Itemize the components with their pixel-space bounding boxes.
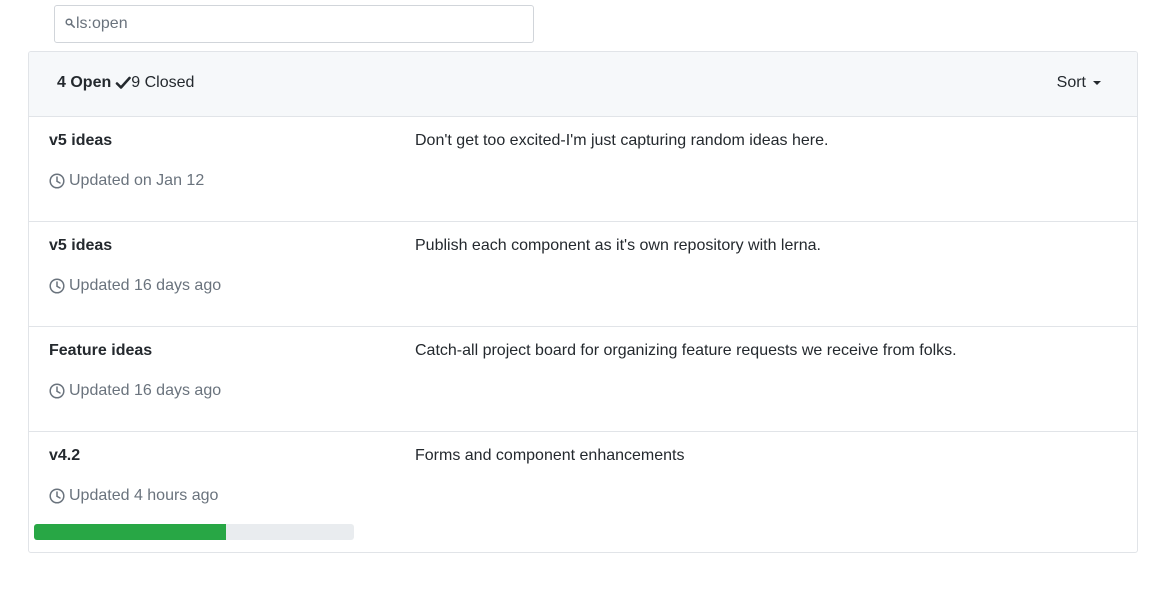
project-description: Forms and component enhancements <box>415 447 685 464</box>
project-updated: Updated 16 days ago <box>49 277 221 295</box>
updated-text: Updated 4 hours ago <box>69 487 219 504</box>
project-row: v5 ideas Updated 16 days ago Publish eac… <box>29 222 1137 327</box>
project-row: Feature ideas Updated 16 days ago Catch-… <box>29 327 1137 432</box>
clock-icon <box>49 383 65 399</box>
project-name[interactable]: v4.2 <box>49 447 80 465</box>
project-row: v5 ideas Updated on Jan 12 Don't get too… <box>29 117 1137 222</box>
caret-down-icon <box>1093 81 1101 85</box>
project-description: Publish each component as it's own repos… <box>415 237 821 254</box>
project-description: Don't get too excited-I'm just capturing… <box>415 132 829 149</box>
updated-text: Updated 16 days ago <box>69 382 222 399</box>
open-filter[interactable]: 4 Open <box>57 74 111 92</box>
clock-icon <box>49 278 65 294</box>
project-updated: Updated 16 days ago <box>49 382 221 400</box>
search-box[interactable] <box>54 5 534 43</box>
project-description: Catch-all project board for organizing f… <box>415 342 957 359</box>
sort-dropdown[interactable]: Sort <box>1057 74 1101 92</box>
project-updated: Updated on Jan 12 <box>49 172 204 190</box>
clock-icon <box>49 488 65 504</box>
search-icon <box>65 18 75 28</box>
project-name[interactable]: Feature ideas <box>49 342 152 360</box>
check-icon <box>115 76 132 89</box>
progress-bar-fill <box>34 524 226 540</box>
updated-text: Updated 16 days ago <box>69 277 222 294</box>
project-row: v4.2 Updated 4 hours ago Forms and compo… <box>29 432 1137 552</box>
project-updated: Updated 4 hours ago <box>49 487 218 505</box>
state-filters: 4 Open 9 Closed <box>57 74 194 92</box>
clock-icon <box>49 173 65 189</box>
sort-label: Sort <box>1056 74 1086 91</box>
project-name[interactable]: v5 ideas <box>49 237 112 255</box>
projects-header: 4 Open 9 Closed Sort <box>29 52 1137 117</box>
progress-bar <box>34 524 354 540</box>
projects-panel: 4 Open 9 Closed Sort v5 ideas Updated on… <box>28 51 1138 553</box>
closed-filter[interactable]: 9 Closed <box>131 74 194 92</box>
project-name[interactable]: v5 ideas <box>49 132 112 150</box>
search-input[interactable] <box>76 6 516 42</box>
updated-text: Updated on Jan 12 <box>69 172 205 189</box>
